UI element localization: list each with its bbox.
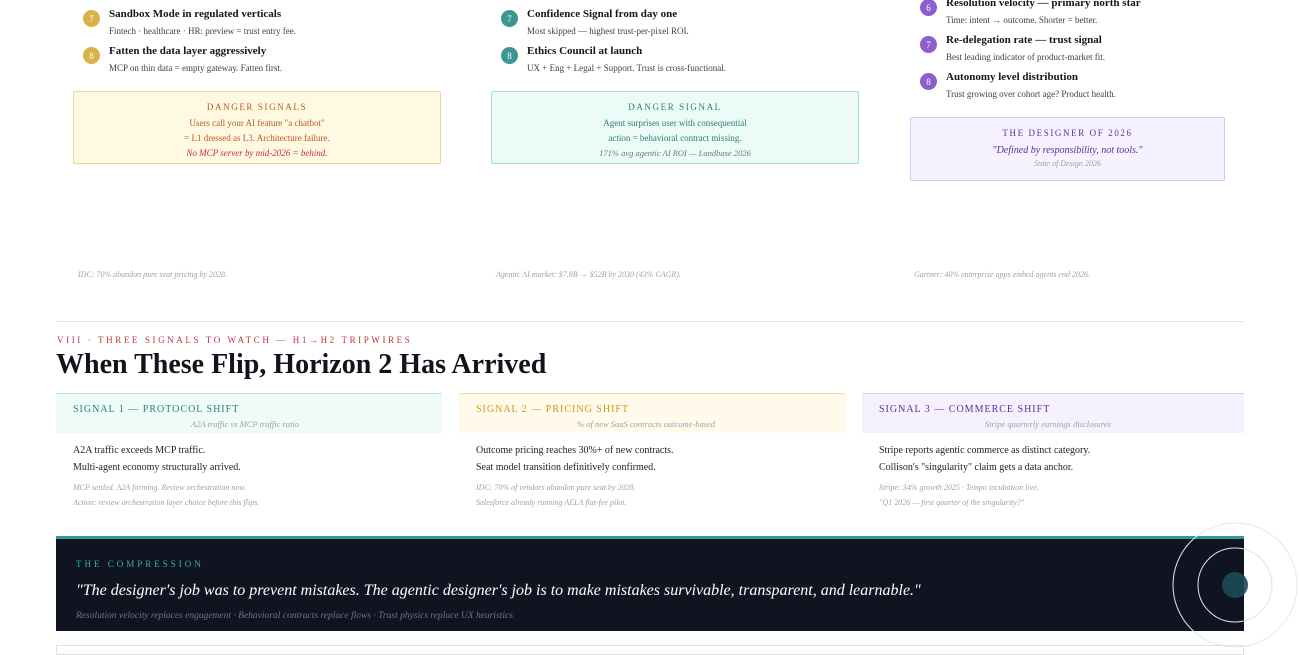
danger-signals-box: Danger Signals Users call your AI featur… [73, 91, 441, 164]
step-number-badge: 8 [83, 47, 100, 64]
signal-main-line: Outcome pricing reaches 30%+ of new cont… [476, 445, 674, 456]
signal-note: MCP settled. A2A forming. Review orchest… [73, 483, 247, 492]
step-description: Trust growing over cohort age? Product h… [946, 89, 1116, 99]
step-number-badge: 7 [920, 36, 937, 53]
compression-quote: "The designer's job was to prevent mista… [76, 582, 921, 599]
step-number-badge: 7 [501, 10, 518, 27]
compression-eyebrow: THE COMPRESSION [76, 559, 204, 569]
section-divider [57, 321, 1244, 322]
section-eyebrow: VIII · THREE SIGNALS TO WATCH — H1→H2 TR… [57, 335, 413, 345]
box-line: Agent surprises user with consequential [603, 118, 747, 128]
designer-quote: "Defined by responsibility, not tools." [992, 145, 1143, 156]
step-item: 8 Ethics Council at launch UX + Eng + Le… [501, 44, 726, 74]
step-title: Confidence Signal from day one [527, 8, 678, 20]
signal-main-line: Multi-agent economy structurally arrived… [73, 462, 241, 473]
signal-card-1: SIGNAL 1 — PROTOCOL SHIFT A2A traffic vs… [56, 393, 442, 518]
signal-note: Stripe: 34% growth 2025 · Tempo incubati… [879, 483, 1039, 492]
signal-card-2: SIGNAL 2 — PRICING SHIFT % of new SaaS c… [459, 393, 845, 518]
designer-2026-box: The Designer of 2026 "Defined by respons… [910, 117, 1225, 181]
signal-subtitle: A2A traffic vs MCP traffic ratio [191, 419, 300, 429]
step-item: 8 Autonomy level distribution Trust grow… [920, 70, 1116, 100]
step-item: 7 Re-delegation rate — trust signal Best… [920, 33, 1105, 63]
signal-header: SIGNAL 3 — COMMERCE SHIFT Stripe quarter… [862, 393, 1244, 433]
step-number-badge: 6 [920, 0, 937, 16]
signal-card-3: SIGNAL 3 — COMMERCE SHIFT Stripe quarter… [862, 393, 1244, 518]
step-title: Re-delegation rate — trust signal [946, 34, 1102, 46]
danger-signal-box: Danger Signal Agent surprises user with … [491, 91, 859, 164]
signal-main-line: Seat model transition definitively confi… [476, 462, 656, 473]
box-heading: Danger Signals [206, 102, 308, 112]
section-title: When These Flip, Horizon 2 Has Arrived [56, 349, 547, 380]
signal-label: SIGNAL 3 — COMMERCE SHIFT [879, 404, 1051, 415]
box-line: action = behavioral contract missing. [608, 133, 742, 143]
step-item: 8 Fatten the data layer aggressively MCP… [83, 44, 282, 74]
signal-subtitle: Stripe quarterly earnings disclosures [985, 419, 1111, 429]
step-item: 7 Confidence Signal from day one Most sk… [501, 7, 689, 37]
step-title: Ethics Council at launch [527, 45, 643, 57]
step-description: UX + Eng + Legal + Support. Trust is cro… [527, 63, 726, 73]
step-number-badge: 8 [920, 73, 937, 90]
step-number-badge: 7 [83, 10, 100, 27]
box-line: = L1 dressed as L3. Architecture failure… [184, 133, 330, 143]
signal-main-line: Stripe reports agentic commerce as disti… [879, 445, 1091, 456]
step-description: Time: intent → outcome. Shorter = better… [946, 15, 1098, 25]
quote-source: State of Design 2026 [1034, 159, 1101, 168]
signal-label: SIGNAL 1 — PROTOCOL SHIFT [73, 404, 240, 415]
step-description: Best leading indicator of product-market… [946, 52, 1105, 62]
next-section-card [56, 645, 1244, 655]
step-item: 6 Resolution velocity — primary north st… [920, 0, 1141, 26]
signal-note: "Q1 2026 — first quarter of the singular… [879, 498, 1025, 507]
signal-main-line: A2A traffic exceeds MCP traffic. [73, 445, 206, 456]
step-description: MCP on thin data = empty gateway. Fatten… [109, 63, 283, 73]
signal-header: SIGNAL 1 — PROTOCOL SHIFT A2A traffic vs… [56, 393, 442, 433]
compression-banner: THE COMPRESSION "The designer's job was … [56, 536, 1244, 631]
step-title: Sandbox Mode in regulated verticals [109, 8, 282, 20]
signal-note: Action: review orchestration layer choic… [73, 498, 260, 507]
step-description: Most skipped — highest trust-per-pixel R… [527, 26, 689, 36]
footnote: Gartner: 40% enterprise apps embed agent… [914, 270, 1090, 279]
box-heading: The Designer of 2026 [1002, 128, 1133, 138]
signal-header: SIGNAL 2 — PRICING SHIFT % of new SaaS c… [459, 393, 845, 433]
signal-subtitle: % of new SaaS contracts outcome-based [577, 419, 716, 429]
box-line: 171% avg agentic AI ROI — Landbase 2026 [599, 148, 751, 158]
step-title: Fatten the data layer aggressively [109, 45, 267, 57]
step-description: Fintech · healthcare · HR: preview = tru… [109, 26, 297, 36]
step-title: Autonomy level distribution [946, 71, 1079, 83]
signal-label: SIGNAL 2 — PRICING SHIFT [476, 404, 630, 415]
step-number-badge: 8 [501, 47, 518, 64]
signal-note: Salesforce already running AELA flat-fee… [476, 498, 627, 507]
footnote: Agentic AI market: $7.8B → $52B by 2030 … [496, 270, 681, 279]
box-line: Users call your AI feature "a chatbot" [189, 118, 325, 128]
signal-note: IDC: 70% of vendors abandon pure seat by… [476, 483, 636, 492]
signal-main-line: Collison's "singularity" claim gets a da… [879, 462, 1074, 473]
step-title: Resolution velocity — primary north star [946, 0, 1141, 9]
box-line: No MCP server by mid-2026 = behind. [186, 148, 328, 158]
footnote: IDC: 70% abandon pure seat pricing by 20… [78, 270, 228, 279]
step-item: 7 Sandbox Mode in regulated verticals Fi… [83, 7, 296, 37]
box-heading: Danger Signal [628, 102, 722, 112]
compression-subline: Resolution velocity replaces engagement … [76, 611, 513, 621]
